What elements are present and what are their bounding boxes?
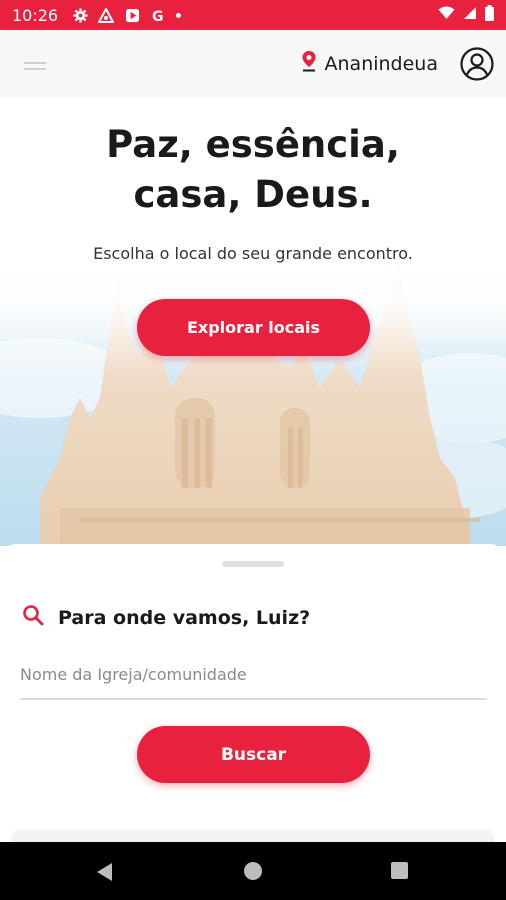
- system-nav-bar: [0, 842, 506, 900]
- recents-icon[interactable]: [391, 862, 408, 879]
- home-icon[interactable]: [244, 862, 262, 880]
- map-pin-icon: [301, 50, 317, 77]
- search-sheet: Para onde vamos, Luiz? Buscar: [0, 544, 506, 843]
- status-right: [438, 4, 494, 26]
- location-label: Ananindeua: [324, 52, 438, 75]
- svg-text:G: G: [152, 9, 164, 23]
- search-heading-label: Para onde vamos, Luiz?: [58, 606, 311, 629]
- menu-icon[interactable]: [24, 62, 46, 72]
- search-heading: Para onde vamos, Luiz?: [22, 604, 310, 631]
- wifi-icon: [438, 6, 455, 25]
- hero-section: Paz, essência, casa, Deus. Escolha o loc…: [0, 98, 506, 546]
- status-time: 10:26: [12, 5, 59, 25]
- hero-title-line-2: casa, Deus.: [133, 173, 373, 216]
- hero-title: Paz, essência, casa, Deus.: [0, 120, 506, 220]
- settings-icon: [72, 7, 88, 23]
- vpn-icon: [98, 7, 115, 23]
- signal-icon: [463, 6, 477, 25]
- google-icon: G: [150, 7, 166, 23]
- search-icon: [22, 604, 44, 631]
- church-name-input[interactable]: [20, 650, 487, 700]
- status-icons: G: [72, 7, 182, 23]
- play-store-icon: [124, 7, 140, 23]
- search-button[interactable]: Buscar: [137, 726, 370, 783]
- status-bar: 10:26 G: [0, 0, 506, 30]
- explore-button[interactable]: Explorar locais: [137, 299, 370, 356]
- profile-icon[interactable]: [460, 47, 494, 81]
- location-selector[interactable]: Ananindeua: [301, 50, 438, 77]
- battery-icon: [485, 4, 494, 26]
- dot-icon: [176, 12, 182, 18]
- hero-title-line-1: Paz, essência,: [106, 123, 400, 166]
- hero-subtitle: Escolha o local do seu grande encontro.: [93, 244, 413, 263]
- back-icon[interactable]: [96, 862, 114, 887]
- sheet-handle[interactable]: [222, 561, 284, 567]
- app-header: Ananindeua: [0, 30, 506, 98]
